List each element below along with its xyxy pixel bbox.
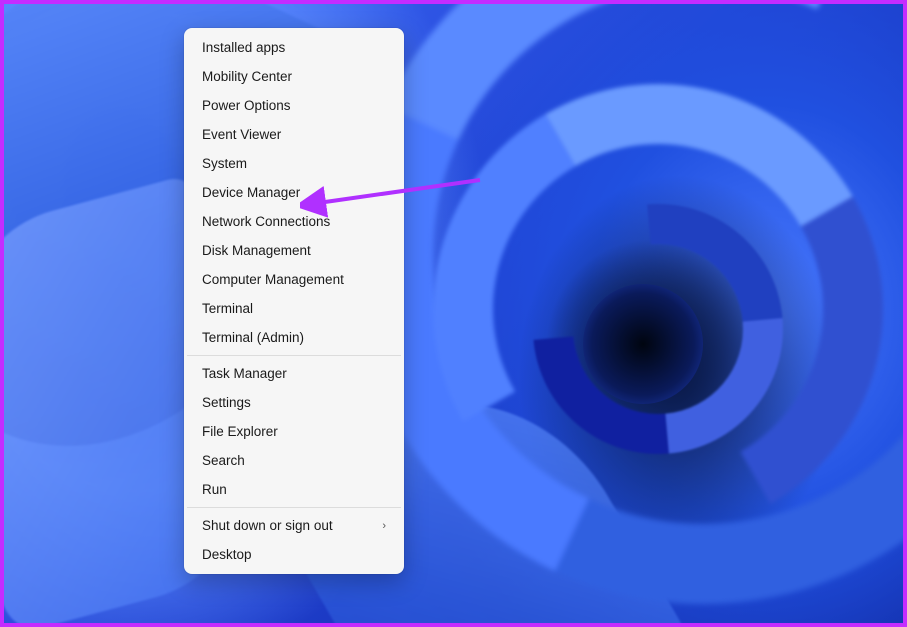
- menu-item-search[interactable]: Search: [188, 446, 400, 475]
- menu-item-settings[interactable]: Settings: [188, 388, 400, 417]
- chevron-right-icon: ›: [382, 520, 386, 532]
- menu-item-file-explorer[interactable]: File Explorer: [188, 417, 400, 446]
- menu-item-desktop[interactable]: Desktop: [188, 540, 400, 569]
- menu-item-label: Settings: [202, 395, 251, 410]
- menu-item-label: Network Connections: [202, 214, 330, 229]
- menu-item-label: File Explorer: [202, 424, 278, 439]
- menu-item-label: Disk Management: [202, 243, 311, 258]
- menu-item-run[interactable]: Run: [188, 475, 400, 504]
- menu-item-label: Mobility Center: [202, 69, 292, 84]
- menu-item-computer-management[interactable]: Computer Management: [188, 265, 400, 294]
- menu-item-shut-down-sign-out[interactable]: Shut down or sign out ›: [188, 511, 400, 540]
- menu-item-network-connections[interactable]: Network Connections: [188, 207, 400, 236]
- menu-item-label: Run: [202, 482, 227, 497]
- menu-item-label: Terminal: [202, 301, 253, 316]
- desktop-wallpaper: [4, 4, 903, 623]
- menu-item-label: Shut down or sign out: [202, 518, 333, 533]
- menu-item-system[interactable]: System: [188, 149, 400, 178]
- menu-item-installed-apps[interactable]: Installed apps: [188, 33, 400, 62]
- menu-item-label: Event Viewer: [202, 127, 281, 142]
- menu-separator: [187, 507, 401, 508]
- menu-item-power-options[interactable]: Power Options: [188, 91, 400, 120]
- menu-item-label: Terminal (Admin): [202, 330, 304, 345]
- winx-context-menu: Installed apps Mobility Center Power Optio…: [184, 28, 404, 574]
- menu-item-terminal[interactable]: Terminal: [188, 294, 400, 323]
- menu-item-label: Computer Management: [202, 272, 344, 287]
- menu-item-terminal-admin[interactable]: Terminal (Admin): [188, 323, 400, 352]
- menu-item-mobility-center[interactable]: Mobility Center: [188, 62, 400, 91]
- menu-item-label: System: [202, 156, 247, 171]
- menu-item-disk-management[interactable]: Disk Management: [188, 236, 400, 265]
- menu-item-label: Task Manager: [202, 366, 287, 381]
- menu-item-event-viewer[interactable]: Event Viewer: [188, 120, 400, 149]
- menu-item-label: Desktop: [202, 547, 252, 562]
- menu-item-device-manager[interactable]: Device Manager: [188, 178, 400, 207]
- menu-item-task-manager[interactable]: Task Manager: [188, 359, 400, 388]
- menu-item-label: Device Manager: [202, 185, 300, 200]
- menu-item-label: Installed apps: [202, 40, 285, 55]
- menu-item-label: Search: [202, 453, 245, 468]
- menu-item-label: Power Options: [202, 98, 291, 113]
- menu-separator: [187, 355, 401, 356]
